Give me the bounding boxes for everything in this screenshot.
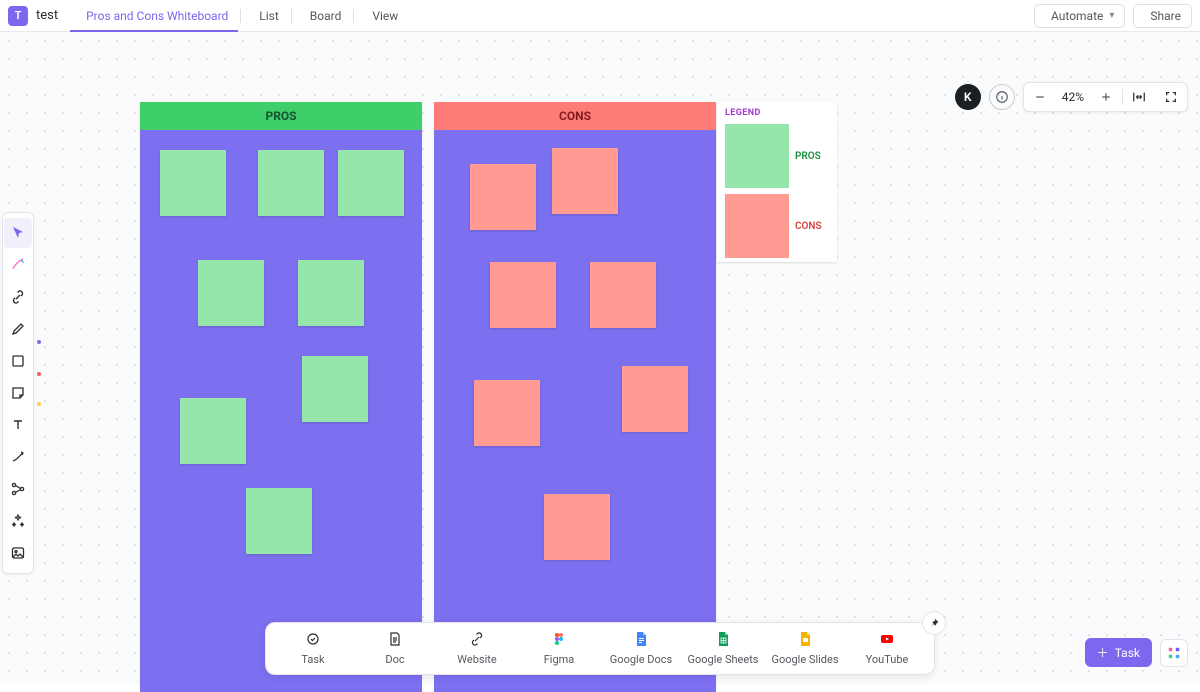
automate-label: Automate [1051,9,1103,23]
tool-image[interactable] [4,538,32,568]
tool-color-dot [37,372,41,376]
cons-note[interactable] [622,366,688,432]
legend-label-pros: PROS [795,151,821,162]
bottom-right: ＋ Task [1085,638,1188,667]
automate-button[interactable]: Automate ▾ [1034,4,1125,28]
pros-note[interactable] [160,150,226,216]
space-badge[interactable]: T [8,6,28,26]
tab-board[interactable]: Board [294,0,352,31]
tool-color-dot [37,340,41,344]
tray-label: Google Sheets [688,653,759,666]
topbar-right: Automate ▾ Share [1034,4,1192,28]
tray-label: Doc [385,653,404,666]
legend-title: LEGEND [725,108,829,118]
view-tabs: Pros and Cons Whiteboard List Board View [70,0,408,31]
cons-note[interactable] [552,148,618,214]
add-view-label: View [372,9,398,23]
tool-pointer[interactable] [4,218,32,248]
zoom-percent[interactable]: 42% [1056,90,1090,104]
create-task-button[interactable]: ＋ Task [1085,638,1152,667]
tool-shape[interactable] [4,346,32,376]
tab-separator [291,9,292,23]
tab-separator [353,9,354,23]
fit-width-button[interactable] [1123,82,1155,112]
pros-note[interactable] [180,398,246,464]
tool-sticky-note[interactable] [4,378,32,408]
pin-button[interactable] [922,611,946,635]
legend-swatch-pros [725,124,789,188]
share-label: Share [1150,9,1181,23]
tab-list[interactable]: List [243,0,289,31]
tab-label: Board [310,9,342,23]
legend-card[interactable]: LEGEND PROS CONS [717,102,837,262]
pros-note[interactable] [246,488,312,554]
pros-note[interactable] [302,356,368,422]
plus-icon: ＋ [1097,644,1109,661]
share-button[interactable]: Share [1133,4,1192,28]
tab-separator [240,9,241,23]
cons-note[interactable] [544,494,610,560]
tab-whiteboard[interactable]: Pros and Cons Whiteboard [70,0,238,31]
zoom-out-button[interactable] [1024,82,1056,112]
space-title[interactable]: test [36,8,58,23]
tool-link[interactable] [4,282,32,312]
bottom-tray: Task Doc Website Figma Google Docs Googl… [265,622,935,675]
legend-row-cons: CONS [725,194,829,258]
pros-note[interactable] [198,260,264,326]
tab-label: Pros and Cons Whiteboard [86,9,228,23]
legend-label-cons: CONS [795,221,822,232]
tray-doc[interactable]: Doc [354,631,436,666]
tray-google-docs[interactable]: Google Docs [600,631,682,666]
tray-google-slides[interactable]: Google Slides [764,631,846,666]
tray-figma[interactable]: Figma [518,631,600,666]
whiteboard-canvas[interactable]: PROS CONS LEGEND PROS [0,32,1200,685]
tray-google-sheets[interactable]: Google Sheets [682,631,764,666]
tray-label: Google Slides [771,653,838,666]
add-view-button[interactable]: View [356,0,408,31]
cons-note[interactable] [470,164,536,230]
tool-text[interactable] [4,410,32,440]
cons-note[interactable] [590,262,656,328]
pros-note[interactable] [338,150,404,216]
tool-connector[interactable] [4,442,32,472]
pros-header: PROS [140,102,422,130]
tray-label: Google Docs [610,653,672,666]
zoom-group: 42% [1023,82,1188,112]
cons-column[interactable]: CONS [434,102,716,692]
avatar[interactable]: K [955,84,981,110]
chevron-down-icon: ▾ [1109,10,1114,21]
pros-column[interactable]: PROS [140,102,422,692]
cons-note[interactable] [474,380,540,446]
tool-color-dot [37,402,41,406]
tray-youtube[interactable]: YouTube [846,631,928,666]
tool-rail [2,212,34,574]
tray-label: Website [457,653,496,666]
tray-label: Task [301,653,324,666]
legend-swatch-cons [725,194,789,258]
legend-row-pros: PROS [725,124,829,188]
info-button[interactable] [989,84,1015,110]
cons-note[interactable] [490,262,556,328]
apps-button[interactable] [1160,639,1188,667]
tab-label: List [259,9,279,23]
topbar: T test Pros and Cons Whiteboard List Boa… [0,0,1200,32]
tool-mindmap[interactable] [4,474,32,504]
cons-header: CONS [434,102,716,130]
tray-task[interactable]: Task [272,631,354,666]
tool-magic[interactable] [4,506,32,536]
canvas-top-right: K 42% [955,82,1188,112]
tool-pen[interactable] [4,314,32,344]
pros-note[interactable] [298,260,364,326]
pros-note[interactable] [258,150,324,216]
task-label: Task [1115,646,1140,660]
fullscreen-button[interactable] [1155,82,1187,112]
tray-label: YouTube [866,653,909,666]
zoom-in-button[interactable] [1090,82,1122,112]
tray-website[interactable]: Website [436,631,518,666]
tool-ai[interactable] [4,250,32,280]
tray-label: Figma [544,653,575,666]
